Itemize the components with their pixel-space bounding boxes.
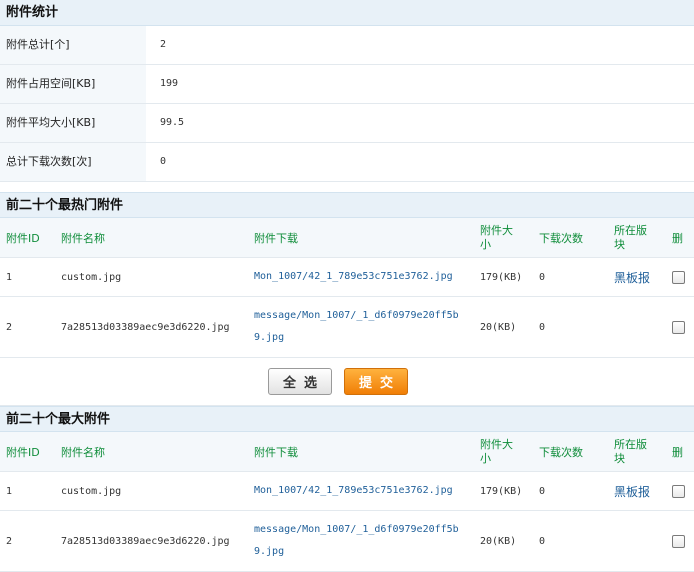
stat-value: 0 [160, 156, 167, 167]
stat-label: 附件总计[个] [0, 26, 146, 64]
attachment-name: custom.jpg [61, 271, 122, 283]
stat-row-total: 附件总计[个] 2 [0, 26, 694, 65]
download-link-text[interactable]: Mon_1007/42_1_789e53c751e3762.jpg [254, 480, 453, 502]
download-count: 0 [539, 535, 546, 547]
download-link-text[interactable]: message/Mon_1007/_1_d6f0979e20ff5b9.jpg [254, 305, 469, 349]
row-checkbox-cell [672, 511, 685, 571]
download-link[interactable]: message/Mon_1007/_1_d6f0979e20ff5b9.jpg [254, 511, 469, 571]
table-row: 1 custom.jpg Mon_1007/42_1_789e53c751e37… [0, 472, 694, 511]
delete-checkbox[interactable] [672, 270, 685, 284]
largest-table-header: 附件ID 附件名称 附件下载 附件大小 下载次数 所在版块 删 [0, 432, 694, 472]
download-link[interactable]: Mon_1007/42_1_789e53c751e3762.jpg [254, 472, 469, 510]
table-row: 1 custom.jpg Mon_1007/42_1_789e53c751e37… [0, 258, 694, 297]
hot-title: 前二十个最热门附件 [0, 192, 694, 218]
col-delete: 删 [672, 445, 683, 459]
stat-value: 99.5 [160, 117, 185, 128]
download-count: 0 [539, 321, 546, 333]
attachment-size: 20(KB) [480, 535, 517, 547]
attachment-id: 1 [6, 485, 13, 497]
col-download: 附件下载 [254, 445, 298, 459]
col-count: 下载次数 [539, 231, 583, 245]
attachment-id: 1 [6, 271, 13, 283]
download-link[interactable]: Mon_1007/42_1_789e53c751e3762.jpg [254, 258, 469, 296]
attachment-id: 2 [6, 535, 13, 547]
col-count: 下载次数 [539, 445, 583, 459]
download-link-text[interactable]: Mon_1007/42_1_789e53c751e3762.jpg [254, 266, 453, 288]
attachment-name: custom.jpg [61, 485, 122, 497]
attachment-name: 7a28513d03389aec9e3d6220.jpg [61, 321, 230, 333]
attachment-size: 20(KB) [480, 321, 517, 333]
col-id: 附件ID [6, 445, 40, 459]
stat-row-downloads: 总计下载次数[次] 0 [0, 143, 694, 182]
select-all-button[interactable]: 全选 [268, 368, 332, 395]
col-size: 附件大小 [480, 223, 513, 251]
download-count: 0 [539, 485, 546, 497]
download-link-text[interactable]: message/Mon_1007/_1_d6f0979e20ff5b9.jpg [254, 519, 469, 563]
stat-label: 附件平均大小[KB] [0, 104, 146, 142]
col-size: 附件大小 [480, 437, 513, 465]
hot-table-header: 附件ID 附件名称 附件下载 附件大小 下载次数 所在版块 删 [0, 218, 694, 258]
stat-label: 总计下载次数[次] [0, 143, 146, 181]
stat-value: 199 [160, 78, 179, 89]
col-download: 附件下载 [254, 231, 298, 245]
stats-title: 附件统计 [0, 0, 694, 26]
board-link[interactable]: 黑板报 [614, 258, 650, 296]
attachment-size: 179(KB) [480, 271, 523, 283]
largest-attachments-section: 前二十个最大附件 附件ID 附件名称 附件下载 附件大小 下载次数 所在版块 删… [0, 406, 694, 572]
row-checkbox-cell [672, 258, 685, 296]
table-row: 2 7a28513d03389aec9e3d6220.jpg message/M… [0, 297, 694, 358]
attachment-id: 2 [6, 321, 13, 333]
row-checkbox-cell [672, 297, 685, 357]
delete-checkbox[interactable] [672, 484, 685, 498]
attachment-name: 7a28513d03389aec9e3d6220.jpg [61, 535, 230, 547]
delete-checkbox[interactable] [672, 320, 685, 334]
download-link[interactable]: message/Mon_1007/_1_d6f0979e20ff5b9.jpg [254, 297, 469, 357]
table-row: 2 7a28513d03389aec9e3d6220.jpg message/M… [0, 511, 694, 572]
col-id: 附件ID [6, 231, 40, 245]
board-link[interactable]: 黑板报 [614, 472, 650, 510]
col-board: 所在版块 [614, 223, 647, 251]
download-count: 0 [539, 271, 546, 283]
row-checkbox-cell [672, 472, 685, 510]
stat-row-average: 附件平均大小[KB] 99.5 [0, 104, 694, 143]
col-name: 附件名称 [61, 231, 105, 245]
col-name: 附件名称 [61, 445, 105, 459]
hot-attachments-section: 前二十个最热门附件 附件ID 附件名称 附件下载 附件大小 下载次数 所在版块 … [0, 192, 694, 406]
col-board: 所在版块 [614, 437, 647, 465]
delete-checkbox[interactable] [672, 534, 685, 548]
col-delete: 删 [672, 231, 683, 245]
stats-section: 附件统计 附件总计[个] 2 附件占用空间[KB] 199 附件平均大小[KB]… [0, 0, 694, 182]
stat-label: 附件占用空间[KB] [0, 65, 146, 103]
stat-row-space: 附件占用空间[KB] 199 [0, 65, 694, 104]
largest-title: 前二十个最大附件 [0, 406, 694, 432]
stat-value: 2 [160, 39, 167, 50]
attachment-size: 179(KB) [480, 485, 523, 497]
submit-button[interactable]: 提交 [344, 368, 408, 395]
action-bar: 全选 提交 [0, 358, 694, 406]
